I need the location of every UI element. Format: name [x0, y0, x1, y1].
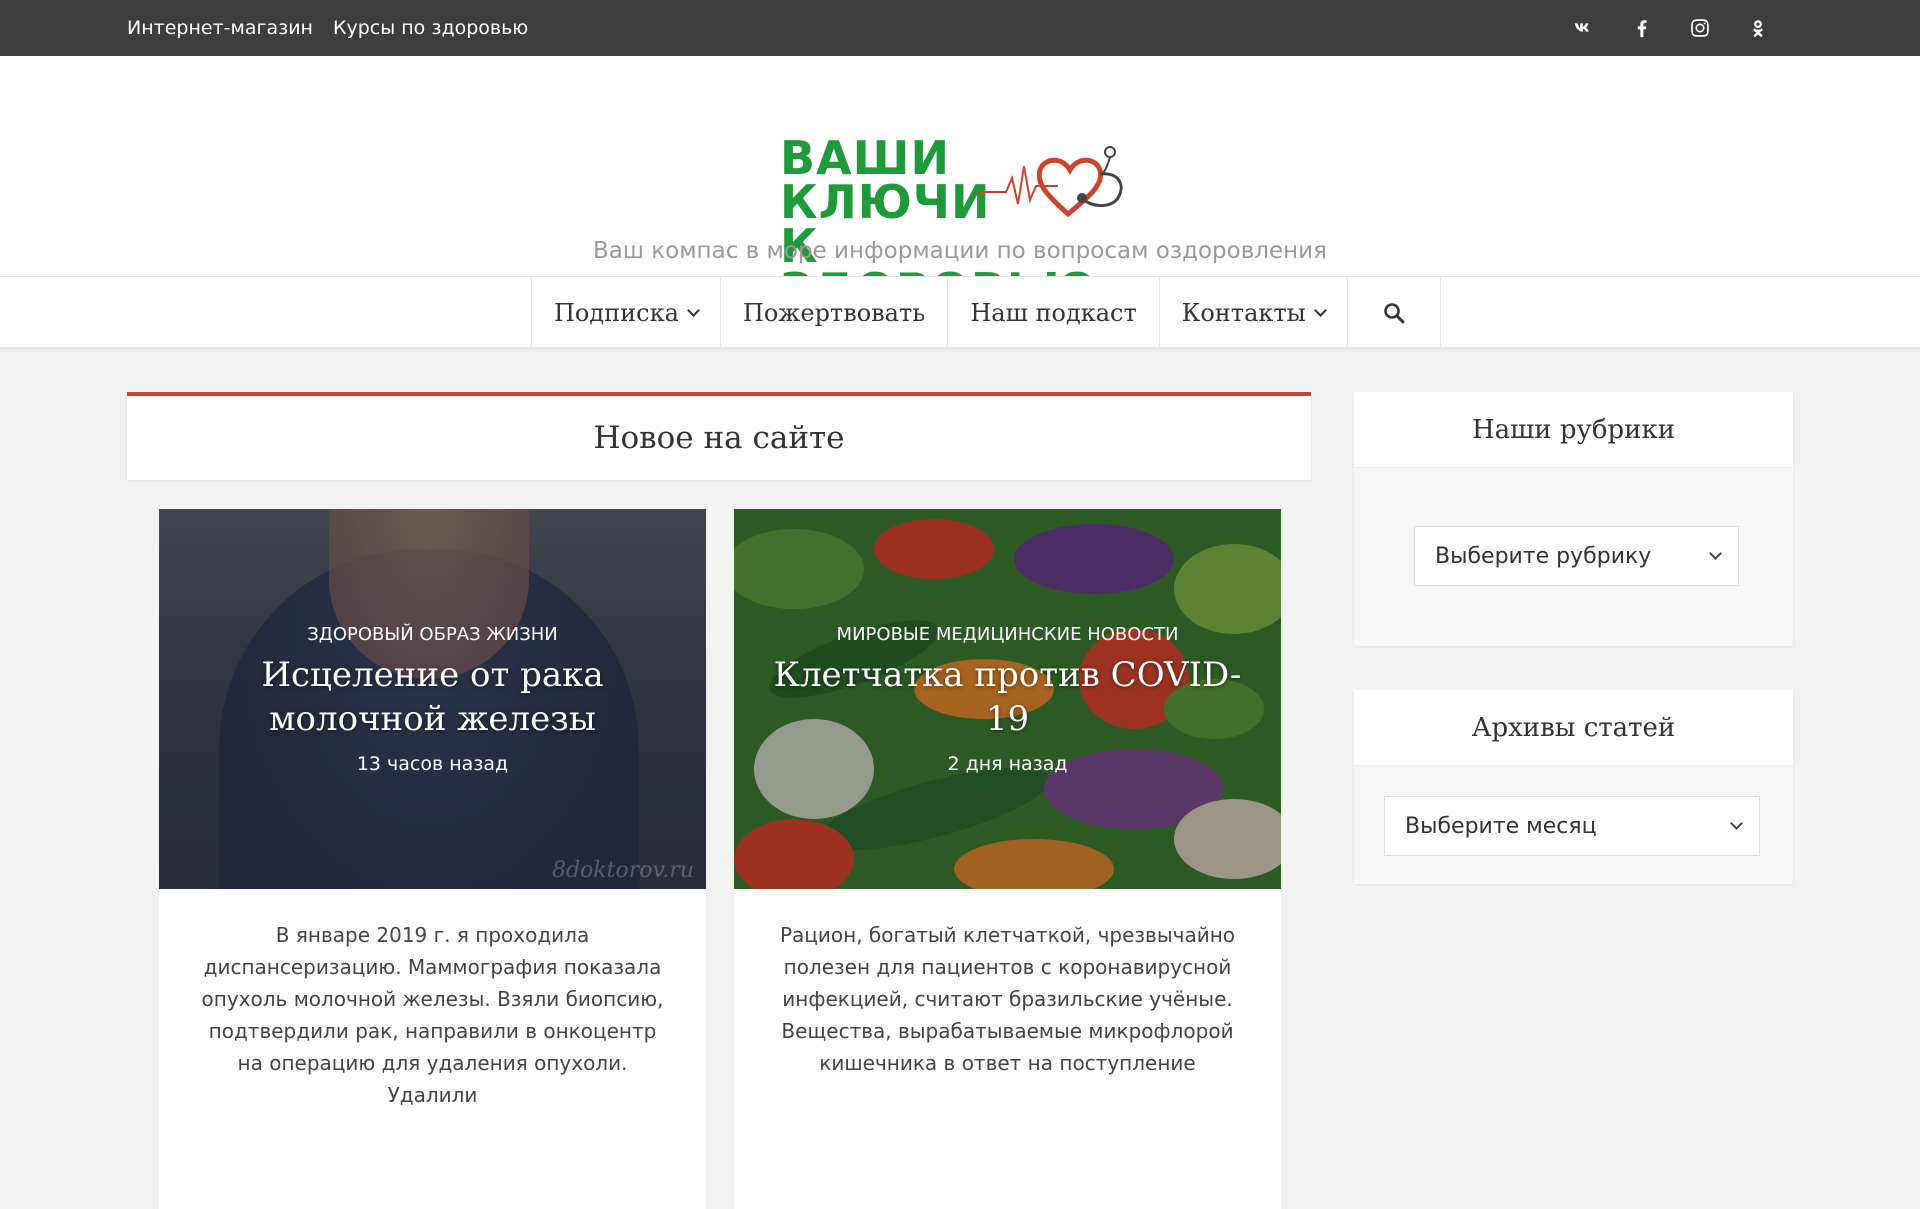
nav-search-button[interactable]	[1346, 277, 1441, 348]
odnoklassniki-icon[interactable]	[1746, 16, 1770, 40]
instagram-icon[interactable]	[1688, 16, 1712, 40]
section-title: Новое на сайте	[593, 420, 845, 456]
nav-item-podcast[interactable]: Наш подкаст	[947, 277, 1158, 348]
section-header: Новое на сайте	[127, 392, 1311, 480]
chevron-down-icon	[1313, 304, 1327, 317]
post-time: 13 часов назад	[356, 752, 509, 775]
widget-title: Архивы статей	[1471, 713, 1676, 743]
post-category[interactable]: Здоровый образ жизни	[307, 624, 558, 645]
post-category[interactable]: Мировые медицинские новости	[837, 624, 1179, 645]
post-grid: 8doktorov.ru Здоровый образ жизни Исцеле…	[159, 509, 1281, 1209]
post-thumbnail[interactable]: Мировые медицинские новости Клетчатка пр…	[734, 509, 1281, 889]
main-content: Новое на сайте 8doktorov.ru Здоровый обр…	[127, 392, 1311, 1209]
sidebar: Наши рубрики Выберите рубрику Архивы ста…	[1354, 392, 1793, 928]
post-thumbnail[interactable]: 8doktorov.ru Здоровый образ жизни Исцеле…	[159, 509, 706, 889]
social-links	[1572, 0, 1770, 56]
post-card[interactable]: 8doktorov.ru Здоровый образ жизни Исцеле…	[159, 509, 706, 1209]
chevron-down-icon	[1730, 817, 1743, 830]
main-nav: Подписка Пожертвовать Наш подкаст Контак…	[0, 276, 1920, 348]
top-link-courses[interactable]: Курсы по здоровью	[333, 17, 528, 39]
vk-icon[interactable]	[1572, 16, 1596, 40]
post-title[interactable]: Клетчатка против COVID-19	[764, 653, 1251, 741]
search-icon	[1383, 302, 1405, 323]
top-link-shop[interactable]: Интернет-магазин	[127, 17, 313, 39]
archive-select[interactable]: Выберите месяц	[1384, 796, 1760, 856]
top-links: Интернет-магазин Курсы по здоровью	[127, 0, 528, 56]
site-tagline: Ваш компас в море информации по вопросам…	[593, 238, 1327, 264]
post-card[interactable]: Мировые медицинские новости Клетчатка пр…	[734, 509, 1281, 1209]
nav-item-contacts[interactable]: Контакты	[1158, 277, 1347, 348]
rubrics-widget: Наши рубрики Выберите рубрику	[1354, 392, 1793, 646]
facebook-icon[interactable]	[1630, 16, 1654, 40]
nav-item-donate[interactable]: Пожертвовать	[719, 277, 947, 348]
widget-title: Наши рубрики	[1471, 415, 1676, 445]
nav-item-subscription[interactable]: Подписка	[531, 277, 720, 348]
chevron-down-icon	[687, 304, 700, 317]
post-excerpt: Рацион, богатый клетчаткой, чрезвычайно …	[779, 923, 1236, 1075]
heart-stethoscope-icon	[978, 146, 1123, 218]
post-excerpt: В январе 2019 г. я проходила диспансериз…	[201, 923, 664, 1107]
rubric-select[interactable]: Выберите рубрику	[1414, 526, 1739, 586]
top-bar: Интернет-магазин Курсы по здоровью	[0, 0, 1920, 56]
chevron-down-icon	[1709, 547, 1722, 560]
post-title[interactable]: Исцеление от рака молочной железы	[189, 653, 676, 741]
post-time: 2 дня назад	[947, 752, 1068, 775]
archives-widget: Архивы статей Выберите месяц	[1354, 690, 1793, 884]
